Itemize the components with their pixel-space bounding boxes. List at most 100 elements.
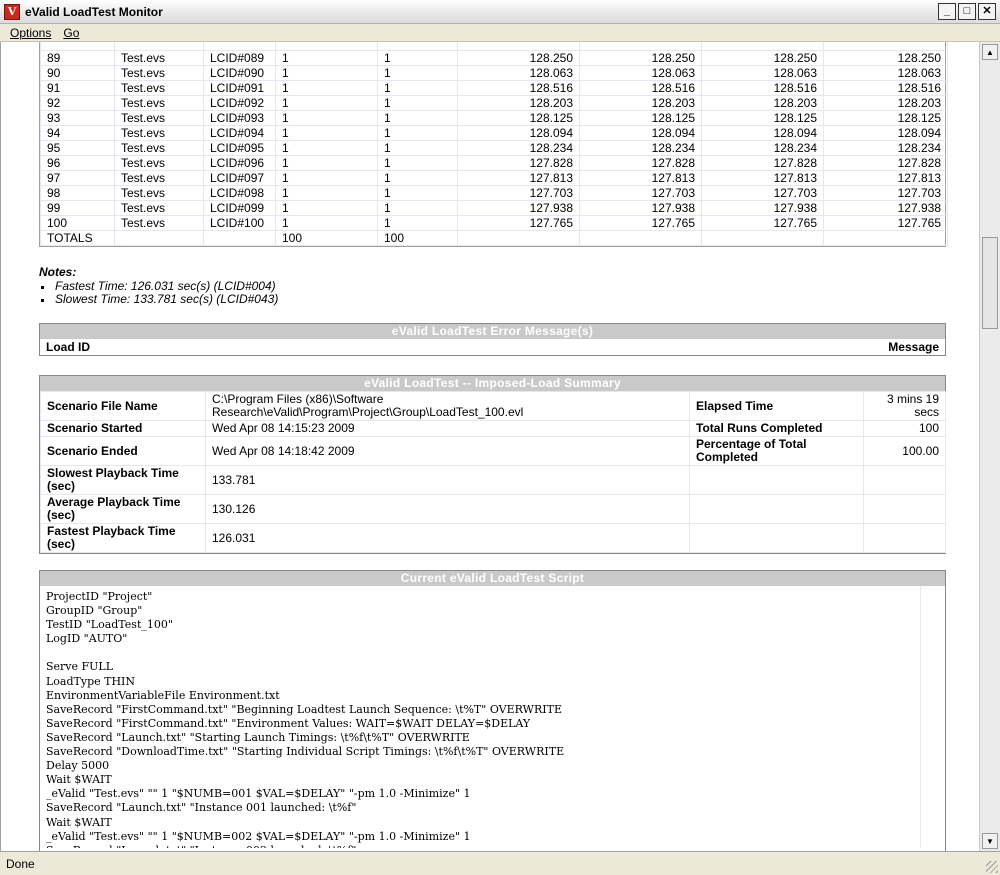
script-text: ProjectID "Project" GroupID "Group" Test… [46, 590, 565, 848]
report-content[interactable]: 88Test.evsLCID#08811128.750128.750128.75… [0, 42, 979, 851]
table-cell: Test.evs [114, 200, 204, 216]
menu-options[interactable]: Options [4, 26, 57, 40]
table-cell: 128.750 [579, 42, 702, 51]
table-cell: 91 [40, 80, 115, 96]
table-cell: 1 [377, 200, 458, 216]
menu-bar: Options Go [0, 24, 1000, 42]
runs-table-container: 88Test.evsLCID#08811128.750128.750128.75… [39, 42, 948, 247]
scroll-down-icon[interactable]: ▼ [982, 833, 998, 849]
table-cell [823, 230, 948, 246]
table-cell: LCID#093 [203, 110, 276, 126]
table-cell: 127.938 [457, 200, 580, 216]
minimize-button[interactable]: _ [938, 3, 956, 20]
table-cell: Test.evs [114, 110, 204, 126]
table-cell: 1 [377, 215, 458, 231]
table-cell [457, 230, 580, 246]
table-cell: 1 [377, 50, 458, 66]
table-cell: 128.125 [579, 110, 702, 126]
table-cell: 127.828 [701, 155, 824, 171]
table-cell: LCID#094 [203, 125, 276, 141]
table-cell: Test.evs [114, 80, 204, 96]
table-cell [203, 230, 276, 246]
table-cell: 1 [275, 80, 378, 96]
table-cell: 127.813 [579, 170, 702, 186]
table-cell: LCID#100 [203, 215, 276, 231]
table-cell: 1 [275, 140, 378, 156]
table-row: 97 Test.evs LCID#097 1 1 127.813 127.813 127.81… [40, 170, 948, 186]
table-cell: 1 [275, 125, 378, 141]
table-cell: 127.765 [579, 215, 702, 231]
table-row: 96 Test.evs LCID#096 1 1 127.828 127.828 127.82… [40, 155, 948, 171]
table-cell: 127.703 [701, 185, 824, 201]
title-bar: V eValid LoadTest Monitor _ □ ✕ [0, 0, 1000, 24]
table-cell: 128.250 [823, 50, 948, 66]
table-cell: Test.evs [114, 170, 204, 186]
maximize-button[interactable]: □ [958, 3, 976, 20]
runs-completed-label: Total Runs Completed [689, 420, 864, 437]
table-cell: 128.125 [701, 110, 824, 126]
table-cell: 127.703 [823, 185, 948, 201]
table-cell: 127.813 [701, 170, 824, 186]
table-cell: 1 [275, 50, 378, 66]
table-cell: LCID#099 [203, 200, 276, 216]
resize-grip-icon[interactable] [986, 861, 998, 873]
table-cell: 94 [40, 125, 115, 141]
table-cell: 127.938 [579, 200, 702, 216]
table-cell: 127.938 [701, 200, 824, 216]
error-panel-title: eValid LoadTest Error Message(s) [40, 324, 945, 339]
table-cell: 1 [275, 170, 378, 186]
table-cell: 128.203 [701, 95, 824, 111]
table-cell: 99 [40, 200, 115, 216]
close-button[interactable]: ✕ [978, 3, 996, 20]
table-row: 88Test.evsLCID#08811128.750128.750128.75… [40, 42, 948, 51]
table-cell: 128.094 [823, 125, 948, 141]
scrollbar-thumb[interactable] [982, 237, 998, 329]
table-cell [579, 230, 702, 246]
table-cell: 128.125 [823, 110, 948, 126]
totals-col4: 100 [275, 230, 378, 246]
totals-row: TOTALS 100 100 [40, 230, 948, 246]
ended-label: Scenario Ended [40, 436, 206, 466]
table-cell: LCID#097 [203, 170, 276, 186]
runs-table: 88Test.evsLCID#08811128.750128.750128.75… [40, 42, 948, 246]
table-cell: 128.234 [579, 140, 702, 156]
scroll-up-icon[interactable]: ▲ [982, 44, 998, 60]
table-cell: 100 [40, 215, 115, 231]
elapsed-label: Elapsed Time [689, 391, 864, 421]
table-cell: 128.234 [457, 140, 580, 156]
started-value: Wed Apr 08 14:15:23 2009 [205, 420, 690, 437]
notes-section: Notes: Fastest Time: 126.031 sec(s) (LCI… [39, 265, 278, 306]
table-cell: LCID#096 [203, 155, 276, 171]
table-row: 93 Test.evs LCID#093 1 1 128.125 128.125 128.12… [40, 110, 948, 126]
vertical-scrollbar[interactable]: ▲ ▼ [979, 42, 1000, 851]
table-cell: 1 [275, 185, 378, 201]
table-cell: Test.evs [114, 50, 204, 66]
table-cell: 1 [275, 42, 378, 51]
table-cell: 128.250 [701, 50, 824, 66]
summary-table: Scenario File Name C:\Program Files (x86… [40, 391, 946, 553]
table-cell: 1 [275, 155, 378, 171]
table-cell: 98 [40, 185, 115, 201]
minimize-icon: _ [943, 5, 951, 17]
table-cell: 128.094 [579, 125, 702, 141]
close-icon: ✕ [982, 5, 992, 17]
empty-cell [863, 465, 946, 495]
fastest-value: 126.031 [205, 523, 690, 553]
table-cell: 1 [377, 80, 458, 96]
table-cell: 1 [377, 140, 458, 156]
script-panel-title: Current eValid LoadTest Script [40, 571, 945, 586]
scenario-file-label: Scenario File Name [40, 391, 206, 421]
table-cell: 128.203 [457, 95, 580, 111]
menu-go[interactable]: Go [57, 26, 85, 40]
table-row: 94 Test.evs LCID#094 1 1 128.094 128.094 128.09… [40, 125, 948, 141]
table-row: 89 Test.evs LCID#089 1 1 128.250 128.250 128.25… [40, 50, 948, 66]
window-title: eValid LoadTest Monitor [25, 4, 163, 19]
table-cell: 1 [275, 110, 378, 126]
table-cell: 1 [377, 170, 458, 186]
table-cell: 1 [377, 125, 458, 141]
table-cell: 128.250 [457, 50, 580, 66]
average-value: 130.126 [205, 494, 690, 524]
ended-value: Wed Apr 08 14:18:42 2009 [205, 436, 690, 466]
table-cell: 1 [275, 200, 378, 216]
table-cell: 128.750 [823, 42, 948, 51]
